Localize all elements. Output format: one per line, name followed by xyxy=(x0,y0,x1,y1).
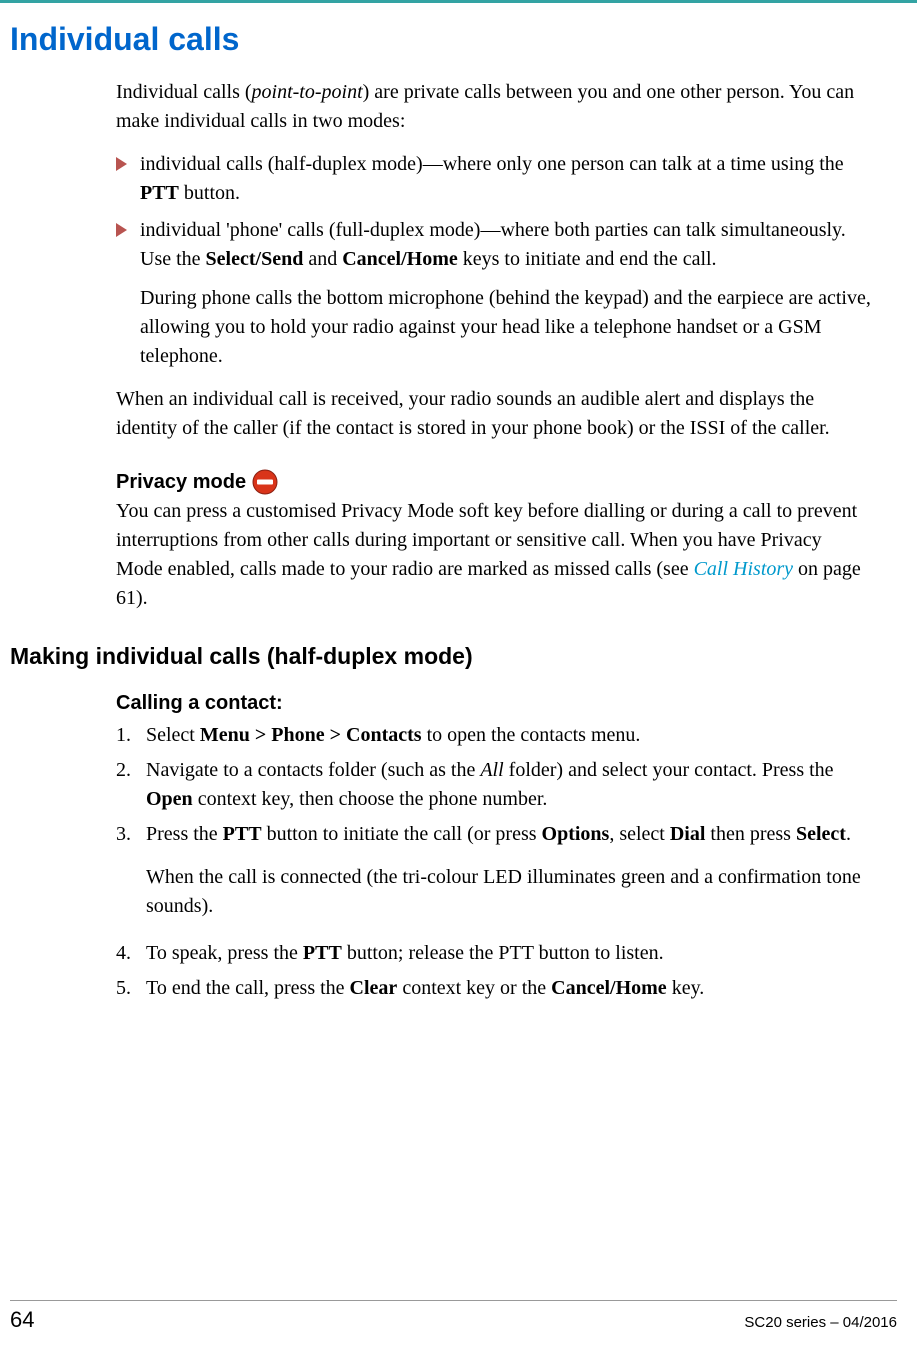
paragraph: When an individual call is received, you… xyxy=(116,385,873,443)
text: Individual calls ( xyxy=(116,81,252,103)
doc-id: SC20 series – 04/2016 xyxy=(744,1314,897,1331)
text: and xyxy=(303,248,342,270)
text: To speak, press the xyxy=(146,942,303,964)
mode-list: individual calls (half-duplex mode)—wher… xyxy=(116,150,873,274)
text-italic: point-to-point xyxy=(252,81,363,103)
step-item: To speak, press the PTT button; release … xyxy=(116,939,873,968)
text: Select xyxy=(146,724,200,746)
text: individual calls (half-duplex mode)—wher… xyxy=(140,153,844,175)
step-item: To end the call, press the Clear context… xyxy=(116,974,873,1003)
text-bold: Dial xyxy=(670,823,706,845)
text: keys to initiate and end the call. xyxy=(458,248,717,270)
text-bold: Cancel/Home xyxy=(342,248,458,270)
section-heading: Making individual calls (half-duplex mod… xyxy=(10,643,873,670)
intro-block: Individual calls (point-to-point) are pr… xyxy=(116,78,873,613)
footer-rule xyxy=(10,1300,897,1301)
text-italic: All xyxy=(480,759,503,781)
text-bold: Menu > Phone > Contacts xyxy=(200,724,422,746)
step-note: When the call is connected (the tri-colo… xyxy=(116,863,873,921)
calling-block: Calling a contact: Select Menu > Phone >… xyxy=(116,692,873,1003)
text: context key, then choose the phone numbe… xyxy=(193,788,548,810)
step-item: Select Menu > Phone > Contacts to open t… xyxy=(116,721,873,750)
footer-row: 64 SC20 series – 04/2016 xyxy=(10,1307,897,1333)
text: button to initiate the call (or press xyxy=(262,823,542,845)
text: Navigate to a contacts folder (such as t… xyxy=(146,759,480,781)
text: then press xyxy=(705,823,796,845)
text: key. xyxy=(667,977,705,999)
list-item: individual 'phone' calls (full-duplex mo… xyxy=(116,216,873,274)
step-list-cont: To speak, press the PTT button; release … xyxy=(116,939,873,1003)
sub-paragraph: During phone calls the bottom microphone… xyxy=(116,284,873,371)
page-number: 64 xyxy=(10,1307,34,1333)
step-item: Press the PTT button to initiate the cal… xyxy=(116,820,873,849)
text: button; release the PTT button to listen… xyxy=(342,942,664,964)
text: , select xyxy=(609,823,670,845)
step-list: Select Menu > Phone > Contacts to open t… xyxy=(116,721,873,849)
text: context key or the xyxy=(397,977,551,999)
text-bold: Clear xyxy=(350,977,398,999)
text: Press the xyxy=(146,823,223,845)
text-bold: PTT xyxy=(140,182,179,204)
intro-paragraph: Individual calls (point-to-point) are pr… xyxy=(116,78,873,136)
privacy-paragraph: You can press a customised Privacy Mode … xyxy=(116,497,873,613)
step-item: Navigate to a contacts folder (such as t… xyxy=(116,756,873,814)
page-content: Individual calls Individual calls (point… xyxy=(0,3,917,1003)
page-footer: 64 SC20 series – 04/2016 xyxy=(0,1300,917,1333)
text: folder) and select your contact. Press t… xyxy=(504,759,834,781)
privacy-heading: Privacy mode xyxy=(116,469,873,495)
crossref-link[interactable]: Call History xyxy=(694,558,793,580)
text: To end the call, press the xyxy=(146,977,350,999)
text-bold: Cancel/Home xyxy=(551,977,667,999)
calling-heading: Calling a contact: xyxy=(116,692,873,715)
text-bold: PTT xyxy=(223,823,262,845)
heading-text: Privacy mode xyxy=(116,471,246,494)
text: to open the contacts menu. xyxy=(422,724,641,746)
text-bold: PTT xyxy=(303,942,342,964)
text-bold: Select xyxy=(796,823,846,845)
page-title: Individual calls xyxy=(10,21,873,58)
text: button. xyxy=(179,182,240,204)
no-entry-icon xyxy=(252,469,278,495)
list-item: individual calls (half-duplex mode)—wher… xyxy=(116,150,873,208)
text: . xyxy=(846,823,851,845)
text-bold: Select/Send xyxy=(206,248,304,270)
text-bold: Options xyxy=(542,823,610,845)
text-bold: Open xyxy=(146,788,193,810)
